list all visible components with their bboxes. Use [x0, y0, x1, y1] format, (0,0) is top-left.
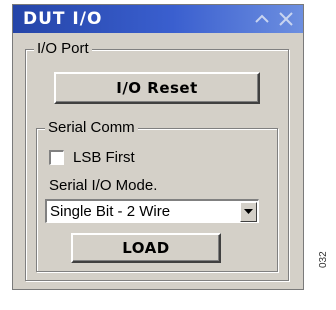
load-button[interactable]: LOAD — [71, 233, 221, 263]
caret-up-icon[interactable] — [253, 10, 271, 28]
close-icon[interactable] — [277, 10, 295, 28]
chevron-down-icon[interactable] — [240, 201, 257, 222]
serial-io-mode-label: Serial I/O Mode. — [49, 177, 158, 194]
lsb-first-checkbox-row[interactable]: LSB First — [49, 149, 135, 166]
io-reset-button[interactable]: I/O Reset — [54, 72, 260, 104]
io-port-label: I/O Port — [34, 39, 92, 59]
serial-comm-label: Serial Comm — [45, 118, 138, 138]
serial-comm-group: Serial Comm LSB First Serial I/O Mode. S… — [36, 118, 278, 272]
lsb-first-checkbox[interactable] — [49, 150, 64, 165]
lsb-first-label: LSB First — [73, 149, 135, 166]
serial-io-mode-value: Single Bit - 2 Wire — [50, 203, 171, 220]
figure-id: 032 — [318, 251, 329, 268]
dut-io-window: DUT I/O I/O Port I/O Reset Serial Comm L… — [12, 4, 304, 290]
page: DUT I/O I/O Port I/O Reset Serial Comm L… — [0, 0, 336, 310]
io-port-group: I/O Port I/O Reset Serial Comm LSB First… — [25, 39, 289, 281]
window-title: DUT I/O — [23, 9, 103, 29]
title-bar[interactable]: DUT I/O — [13, 5, 303, 33]
serial-io-mode-select[interactable]: Single Bit - 2 Wire — [45, 199, 259, 223]
